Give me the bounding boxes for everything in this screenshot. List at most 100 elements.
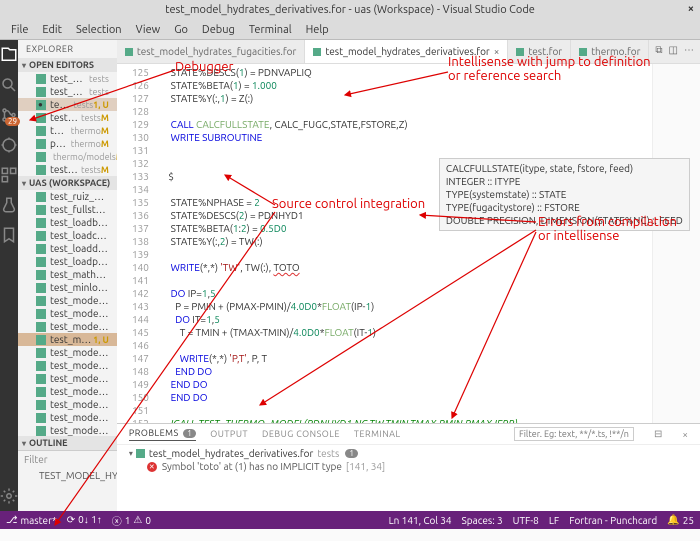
notifications-icon[interactable]: 🔔25: [667, 514, 694, 526]
more-icon[interactable]: ⋯: [684, 44, 694, 59]
panel-close-icon[interactable]: ×: [682, 429, 688, 440]
extensions-icon[interactable]: [0, 166, 18, 184]
file-icon: [36, 426, 46, 436]
file-icon: [36, 126, 46, 136]
bookmark-icon[interactable]: [0, 226, 18, 244]
open-editor-item[interactable]: test.fortestsM: [18, 111, 117, 124]
outline-item[interactable]: TEST_MODEL_HYDRATES_DERIVATIVES 1: [18, 468, 117, 483]
workspace-file-item[interactable]: test_model_ice_2.for: [18, 359, 117, 372]
outline-filter[interactable]: Filter: [18, 450, 117, 468]
debug-console-tab[interactable]: DEBUG CONSOLE: [262, 429, 340, 439]
minimap[interactable]: [652, 64, 700, 423]
search-icon[interactable]: [0, 76, 18, 94]
open-editor-item[interactable]: phasedesc.forthermoM: [18, 137, 117, 150]
workspace-file-item[interactable]: test_loaddb.for: [18, 242, 117, 255]
problem-item[interactable]: ✕ Symbol 'toto' at (1) has no IMPLICIT t…: [125, 460, 692, 473]
menu-view[interactable]: View: [129, 24, 168, 36]
lang-indicator[interactable]: Fortran - Punchcard: [569, 514, 657, 526]
problems-filter[interactable]: [514, 427, 634, 441]
encoding-indicator[interactable]: UTF-8: [513, 514, 539, 526]
workspace-file-item[interactable]: test_model_cubic.for: [18, 307, 117, 320]
close-tab-icon[interactable]: ×: [494, 46, 500, 57]
file-icon: [36, 309, 46, 319]
editor-tab[interactable]: test.for: [508, 40, 571, 63]
workspace-file-item[interactable]: test_loadbinaryparadb.for: [18, 216, 117, 229]
workspace-file-item[interactable]: test_model_coutinho_2.for: [18, 294, 117, 307]
workspace-file-item[interactable]: test_loadpureparadb.for: [18, 255, 117, 268]
workspace-header[interactable]: UAS (WORKSPACE): [18, 176, 117, 190]
gear-icon[interactable]: [0, 487, 18, 505]
explorer-icon[interactable]: [0, 46, 18, 64]
title-bar: test_model_hydrates_derivatives.for - ua…: [0, 0, 700, 20]
compare-icon[interactable]: ⧉: [655, 44, 662, 59]
problems-tab[interactable]: PROBLEMS 1: [129, 428, 196, 441]
menu-selection[interactable]: Selection: [69, 24, 129, 36]
file-icon: [36, 205, 46, 215]
sync-indicator[interactable]: ⟳ 0↓ 1↑: [67, 514, 102, 526]
open-editor-item[interactable]: test_dave_lng_case.fortests: [18, 72, 117, 85]
workspace-file-item[interactable]: test_model_ice_full.for: [18, 372, 117, 385]
sidebar-title: EXPLORER: [18, 40, 117, 58]
output-tab[interactable]: OUTPUT: [210, 429, 248, 439]
eol-indicator[interactable]: LF: [549, 514, 559, 526]
file-icon: [313, 48, 321, 56]
workspace-file-item[interactable]: test_model_hydrates_derivatives.for1, U: [18, 333, 117, 346]
workspace-file-item[interactable]: test_model_marseille.for: [18, 411, 117, 424]
editor-tab[interactable]: thermo.for: [571, 40, 649, 63]
open-editor-item[interactable]: test_flash_hydrates_derivatives.fortests…: [18, 98, 117, 111]
workspace-file-item[interactable]: test_fullstate_salt.for: [18, 203, 117, 216]
menu-edit[interactable]: Edit: [35, 24, 69, 36]
open-editors-header[interactable]: OPEN EDITORS: [18, 58, 117, 72]
cursor-pos[interactable]: Ln 141, Col 34: [389, 514, 452, 526]
problem-file[interactable]: test_model_hydrates_derivatives.for test…: [125, 447, 692, 460]
scm-icon[interactable]: 29: [0, 106, 18, 124]
open-editor-item[interactable]: test_model_hydrates_fugacities.fortests: [18, 85, 117, 98]
menu-file[interactable]: File: [4, 24, 35, 36]
workspace-file-item[interactable]: test_model_hydrates_2.for: [18, 320, 117, 333]
code-editor[interactable]: 1251261271281291301311321331341351361371…: [117, 64, 700, 423]
close-icon[interactable]: ×: [688, 3, 694, 15]
terminal-tab[interactable]: TERMINAL: [354, 429, 401, 439]
collapse-icon[interactable]: ⊟: [654, 428, 662, 440]
workspace-file-item[interactable]: test_model_hydrates_fugacities.for: [18, 346, 117, 359]
menu-help[interactable]: Help: [299, 24, 336, 36]
code-content[interactable]: STATE%DESCS(1) = PDNVAPLIQ STATE%BETA(1)…: [157, 64, 652, 423]
file-icon: [516, 48, 524, 56]
errors-indicator[interactable]: ⓧ 1 ⚠ 0: [112, 513, 151, 528]
file-icon: [36, 74, 46, 84]
file-icon: [36, 231, 46, 241]
file-icon: [36, 87, 46, 97]
workspace-file-item[interactable]: test_minloc.for: [18, 281, 117, 294]
split-icon[interactable]: ◫: [669, 44, 678, 59]
open-editor-item[interactable]: thermo.forthermoM: [18, 124, 117, 137]
menu-terminal[interactable]: Terminal: [242, 24, 299, 36]
editor-tab[interactable]: test_model_hydrates_fugacities.for: [117, 40, 305, 63]
debug-icon[interactable]: [0, 136, 18, 154]
workspace-file-item[interactable]: test_loadcomps.for: [18, 229, 117, 242]
workspace-file-item[interactable]: test_maths.for: [18, 268, 117, 281]
file-icon: [36, 335, 46, 345]
test-icon[interactable]: [0, 196, 18, 214]
file-icon: [36, 361, 46, 371]
file-icon: [36, 296, 46, 306]
editor-tab[interactable]: test_model_hydrates_derivatives.for×: [305, 40, 508, 63]
workspace-file-item[interactable]: test_model_ice.for: [18, 385, 117, 398]
indent-indicator[interactable]: Spaces: 3: [462, 514, 503, 526]
scm-badge: 29: [5, 117, 20, 126]
editor-group: test_model_hydrates_fugacities.fortest_m…: [117, 40, 700, 511]
file-icon: [36, 257, 46, 267]
branch-indicator[interactable]: ⎇ master*: [6, 514, 57, 526]
menu-debug[interactable]: Debug: [195, 24, 242, 36]
workspace-file-item[interactable]: test_model_marseille_methanol.for: [18, 398, 117, 411]
open-editor-item[interactable]: tester.fortestsM: [18, 163, 117, 176]
line-gutter: 1251261271281291301311321331341351361371…: [117, 64, 157, 423]
outline-header[interactable]: OUTLINE: [18, 436, 117, 450]
file-icon: [36, 374, 46, 384]
file-icon: [36, 192, 46, 202]
workspace-file-item[interactable]: test_model_salt.for: [18, 424, 117, 436]
file-icon: [125, 48, 133, 56]
workspace-file-item[interactable]: test_ruiz_diagram.for: [18, 190, 117, 203]
menu-bar: File Edit Selection View Go Debug Termin…: [0, 20, 700, 40]
menu-go[interactable]: Go: [167, 24, 195, 36]
open-editor-item[interactable]: hydrates.forthermo/modelsM: [18, 150, 117, 163]
